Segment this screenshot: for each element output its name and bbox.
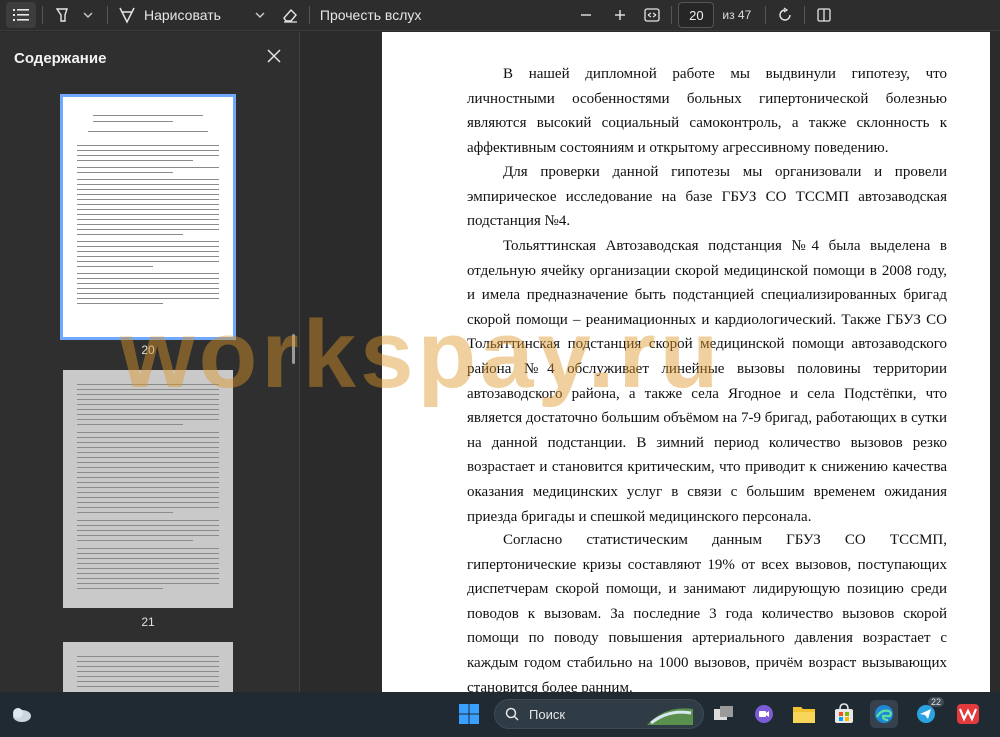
video-chat-icon [755, 705, 773, 723]
thumbnail-page-number: 20 [141, 343, 155, 357]
zoom-out-button[interactable] [573, 2, 599, 28]
pen-icon [119, 7, 135, 24]
zoom-in-button[interactable] [607, 2, 633, 28]
page-total: из 47 [722, 8, 752, 22]
taskbar-search[interactable]: Поиск [494, 699, 704, 729]
rotate-button[interactable] [772, 2, 798, 28]
close-sidebar-button[interactable] [266, 48, 286, 68]
toc-list-button[interactable] [6, 2, 36, 28]
toolbar-divider [308, 6, 310, 24]
task-view-icon [714, 706, 733, 720]
chevron-down-icon [255, 12, 265, 18]
highlighter-icon [55, 8, 68, 22]
toolbar: Нарисовать Прочесть вслух 20 из 47 [0, 0, 1000, 31]
eraser-icon [283, 8, 297, 23]
read-aloud-button[interactable]: Прочесть вслух [316, 2, 425, 28]
document-page: В нашей дипломной работе мы выдвинули ги… [382, 32, 990, 696]
folder-icon [793, 707, 815, 723]
toolbar-divider [107, 6, 108, 24]
paragraph: Тольяттинская Автозаводская подстанция №… [467, 238, 947, 525]
search-icon [505, 707, 519, 721]
edge-icon [875, 705, 893, 723]
weather-icon [13, 708, 31, 722]
store-button[interactable] [830, 700, 858, 728]
windows-icon [459, 704, 479, 724]
fit-width-icon [644, 8, 661, 22]
toolbar-divider [42, 6, 43, 24]
search-highlight-image-icon [647, 708, 693, 725]
paragraph: Согласно статистическим данным ГБУЗ СО Т… [467, 532, 947, 696]
document-viewer[interactable]: В нашей дипломной работе мы выдвинули ги… [301, 32, 1000, 696]
page-thumbnail[interactable] [63, 370, 233, 608]
task-view-button[interactable] [710, 700, 738, 728]
read-aloud-label: Прочесть вслух [319, 7, 422, 23]
current-page: 20 [689, 7, 704, 23]
draw-options-button[interactable] [247, 2, 273, 28]
draw-label: Нарисовать [144, 7, 221, 23]
rotate-icon [779, 7, 791, 21]
minus-icon [581, 14, 592, 16]
file-explorer-button[interactable] [790, 700, 818, 728]
erase-button[interactable] [277, 2, 303, 28]
meet-app-button[interactable] [750, 700, 778, 728]
edge-browser-button[interactable] [870, 700, 898, 728]
page-view-button[interactable] [811, 2, 837, 28]
chevron-down-icon [83, 12, 93, 18]
sidebar-scrollbar[interactable] [292, 334, 295, 364]
taskbar: Поиск 22 [0, 692, 1000, 737]
page-thumbnail[interactable] [60, 94, 236, 340]
highlight-options-button[interactable] [75, 2, 101, 28]
page-thumbnail[interactable] [63, 642, 233, 692]
list-icon [13, 9, 29, 21]
wps-office-icon [957, 704, 979, 724]
plus-icon [615, 10, 626, 20]
start-button[interactable] [455, 700, 483, 728]
wps-office-button[interactable] [954, 700, 982, 728]
highlight-button[interactable] [49, 2, 75, 28]
sidebar-title: Содержание [14, 50, 107, 67]
toolbar-divider [671, 6, 673, 24]
paragraph: В нашей дипломной работе мы выдвинули ги… [467, 66, 947, 156]
page-number-input[interactable]: 20 [678, 2, 715, 28]
store-icon [835, 703, 853, 723]
weather-widget-button[interactable] [8, 700, 36, 728]
search-label: Поиск [529, 706, 566, 722]
paragraph: Для проверки данной гипотезы мы организо… [467, 164, 947, 230]
close-icon [267, 49, 281, 63]
toolbar-divider [804, 6, 806, 24]
two-page-icon [817, 8, 831, 22]
thumbnail-page-number: 21 [141, 615, 155, 629]
fit-page-button[interactable] [639, 2, 665, 28]
draw-button[interactable]: Нарисовать [114, 2, 233, 28]
toolbar-divider [765, 6, 767, 24]
telegram-badge: 22 [927, 697, 944, 707]
telegram-button[interactable]: 22 [912, 697, 944, 728]
contents-sidebar: Содержание 20 21 [0, 32, 300, 692]
